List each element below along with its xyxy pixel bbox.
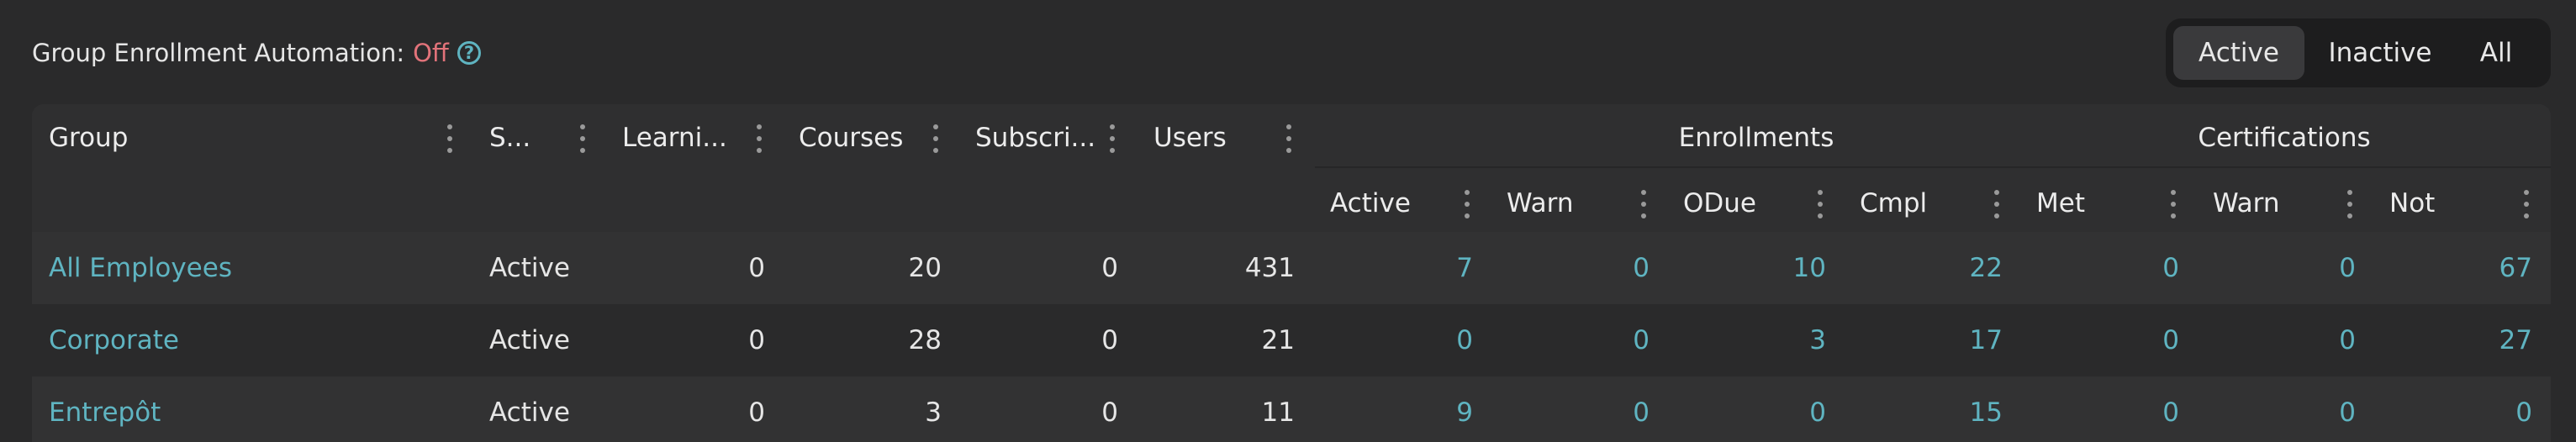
enrollments-active-link[interactable]: 0 — [1330, 304, 1473, 376]
certifications-met-link[interactable]: 0 — [2036, 304, 2179, 376]
certifications-warn-link[interactable]: 0 — [2213, 232, 2356, 304]
column-menu-icon[interactable] — [1994, 190, 1999, 218]
users-cell: 21 — [1261, 325, 1295, 355]
learning-cell: 0 — [748, 253, 765, 283]
automation-label: Group Enrollment Automation: — [32, 39, 405, 67]
filter-active-button[interactable]: Active — [2173, 26, 2304, 80]
column-menu-icon[interactable] — [933, 124, 938, 153]
courses-cell: 28 — [908, 325, 942, 355]
status-cell: Active — [489, 325, 570, 355]
enrollments-cmpl-link[interactable]: 22 — [1860, 232, 2003, 304]
toolbar: Group Enrollment Automation: Off ? Activ… — [0, 0, 2576, 104]
column-menu-icon[interactable] — [447, 124, 452, 153]
header-divider — [1315, 166, 2551, 168]
group-link[interactable]: Entrepôt — [49, 376, 161, 442]
filter-inactive-button[interactable]: Inactive — [2304, 26, 2456, 80]
certifications-met-link[interactable]: 0 — [2036, 232, 2179, 304]
certifications-not-link[interactable]: 67 — [2389, 232, 2532, 304]
column-header-enrollments-cmpl[interactable]: Cmpl — [1860, 180, 1961, 227]
learning-cell: 0 — [748, 325, 765, 355]
column-menu-icon[interactable] — [1641, 190, 1646, 218]
table-row: Corporate Active 0 28 0 21 0 0 3 17 0 0 … — [32, 304, 2551, 376]
enrollments-odue-link[interactable]: 3 — [1683, 304, 1826, 376]
column-menu-icon[interactable] — [2347, 190, 2352, 218]
table-row: Entrepôt Active 0 3 0 11 9 0 0 15 0 0 0 — [32, 376, 2551, 442]
certifications-not-link[interactable]: 0 — [2389, 376, 2532, 442]
column-header-certifications-met[interactable]: Met — [2036, 180, 2137, 227]
enrollments-cmpl-link[interactable]: 17 — [1860, 304, 2003, 376]
status-cell: Active — [489, 253, 570, 283]
automation-status: Group Enrollment Automation: Off ? — [32, 34, 481, 72]
help-icon[interactable]: ? — [457, 41, 481, 65]
group-link[interactable]: Corporate — [49, 304, 179, 376]
enrollments-warn-link[interactable]: 0 — [1507, 232, 1650, 304]
enrollments-warn-link[interactable]: 0 — [1507, 376, 1650, 442]
groups-table: Group S... Learni... Courses Subscri... … — [32, 104, 2551, 442]
column-header-subscriptions[interactable]: Subscri... — [975, 114, 1096, 161]
table-row: All Employees Active 0 20 0 431 7 0 10 2… — [32, 232, 2551, 304]
column-menu-icon[interactable] — [2171, 190, 2176, 218]
enrollments-active-link[interactable]: 7 — [1330, 232, 1473, 304]
certifications-not-link[interactable]: 27 — [2389, 304, 2532, 376]
subscriptions-cell: 0 — [1101, 253, 1118, 283]
enrollments-cmpl-link[interactable]: 15 — [1860, 376, 2003, 442]
learning-cell: 0 — [748, 397, 765, 428]
column-menu-icon[interactable] — [1818, 190, 1823, 218]
courses-cell: 3 — [925, 397, 942, 428]
status-cell: Active — [489, 397, 570, 428]
column-header-certifications-not[interactable]: Not — [2389, 180, 2490, 227]
column-menu-icon[interactable] — [580, 124, 585, 153]
certifications-warn-link[interactable]: 0 — [2213, 376, 2356, 442]
users-cell: 11 — [1261, 397, 1295, 428]
table-header: Group S... Learni... Courses Subscri... … — [32, 104, 2551, 232]
column-menu-icon[interactable] — [757, 124, 762, 153]
column-header-courses[interactable]: Courses — [799, 114, 916, 161]
filter-all-button[interactable]: All — [2456, 26, 2536, 80]
courses-cell: 20 — [908, 253, 942, 283]
column-menu-icon[interactable] — [2524, 190, 2529, 218]
column-header-users[interactable]: Users — [1153, 114, 1271, 161]
column-menu-icon[interactable] — [1465, 190, 1470, 218]
enrollments-active-link[interactable]: 9 — [1330, 376, 1473, 442]
subscriptions-cell: 0 — [1101, 397, 1118, 428]
status-filter: Active Inactive All — [2166, 18, 2551, 87]
group-link[interactable]: All Employees — [49, 232, 232, 304]
enrollments-odue-link[interactable]: 0 — [1683, 376, 1826, 442]
automation-status-value[interactable]: Off — [413, 39, 449, 67]
enrollments-warn-link[interactable]: 0 — [1507, 304, 1650, 376]
users-cell: 431 — [1244, 253, 1295, 283]
column-menu-icon[interactable] — [1286, 124, 1291, 153]
enrollments-odue-link[interactable]: 10 — [1683, 232, 1826, 304]
column-header-enrollments-odue[interactable]: ODue — [1683, 180, 1784, 227]
column-header-group[interactable]: Group — [49, 114, 234, 161]
certifications-warn-link[interactable]: 0 — [2213, 304, 2356, 376]
certifications-met-link[interactable]: 0 — [2036, 376, 2179, 442]
column-header-enrollments-warn[interactable]: Warn — [1507, 180, 1607, 227]
column-header-learning[interactable]: Learni... — [622, 114, 740, 161]
column-menu-icon[interactable] — [1110, 124, 1115, 153]
certifications-group-header: Certifications — [2198, 123, 2371, 153]
column-header-certifications-warn[interactable]: Warn — [2213, 180, 2314, 227]
column-header-status[interactable]: S... — [489, 114, 548, 161]
subscriptions-cell: 0 — [1101, 325, 1118, 355]
column-header-enrollments-active[interactable]: Active — [1330, 180, 1431, 227]
